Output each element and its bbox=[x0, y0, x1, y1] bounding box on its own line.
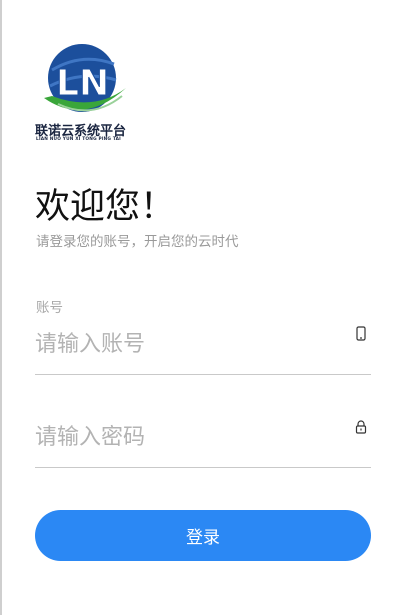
brand-pinyin: LIAN NUO YUN XI TONG PING TAI bbox=[36, 137, 121, 142]
account-label: 账号 bbox=[36, 300, 63, 316]
window-left-edge bbox=[0, 0, 2, 615]
ln-logo-icon: LN bbox=[44, 44, 126, 112]
account-field bbox=[35, 324, 371, 375]
login-button[interactable]: 登录 bbox=[35, 510, 371, 561]
password-field bbox=[35, 417, 371, 468]
phone-icon bbox=[356, 326, 366, 341]
password-input[interactable] bbox=[35, 417, 335, 457]
logo-letters: LN bbox=[56, 63, 109, 104]
welcome-title: 欢迎您！ bbox=[35, 187, 176, 227]
welcome-subtitle: 请登录您的账号，开启您的云时代 bbox=[36, 234, 239, 250]
lock-icon bbox=[355, 420, 367, 434]
account-input[interactable] bbox=[35, 324, 335, 364]
